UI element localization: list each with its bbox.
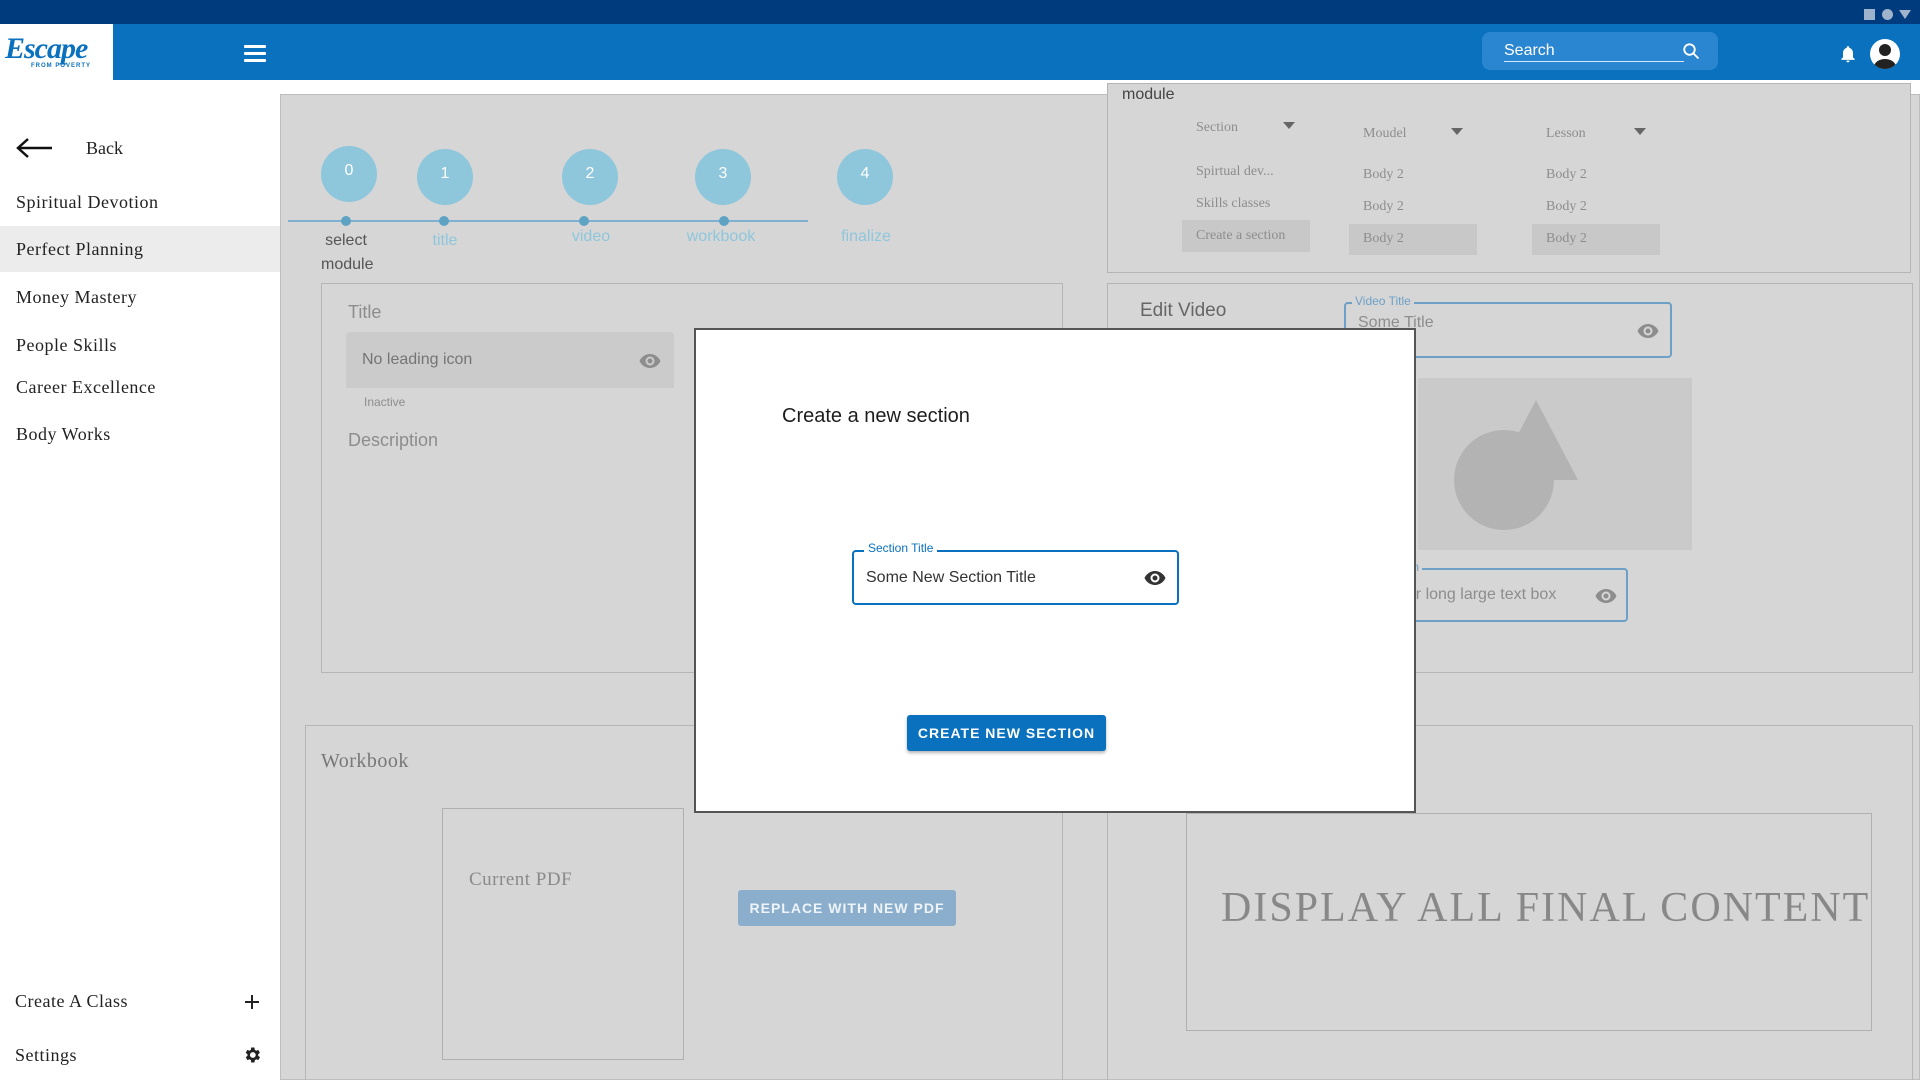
- maximize-icon[interactable]: [1882, 9, 1893, 20]
- step-2-circle[interactable]: 2: [562, 149, 618, 205]
- section-dropdown[interactable]: Section: [1196, 118, 1306, 142]
- edit-video-heading: Edit Video: [1140, 300, 1227, 321]
- settings-button[interactable]: Settings: [0, 1033, 280, 1079]
- logo[interactable]: Escape FROM POVERTY: [0, 24, 113, 80]
- sidebar-item-people-skills[interactable]: People Skills: [0, 322, 280, 368]
- create-new-section-button[interactable]: CREATE NEW SECTION: [907, 715, 1106, 751]
- back-link[interactable]: Back: [0, 128, 280, 168]
- back-arrow-icon: [16, 138, 52, 158]
- moudel-dropdown[interactable]: Moudel: [1363, 124, 1473, 148]
- stepper-track: [288, 220, 808, 222]
- step-2-dot: [579, 216, 589, 226]
- workbook-heading: Workbook: [321, 750, 409, 772]
- sidebar-item-money-mastery[interactable]: Money Mastery: [0, 274, 280, 320]
- plus-icon: [245, 995, 259, 1009]
- lesson-dropdown[interactable]: Lesson: [1546, 124, 1656, 148]
- section-title-input[interactable]: [866, 566, 1136, 590]
- sidebar-item-spiritual-devotion[interactable]: Spiritual Devotion: [0, 179, 280, 225]
- title-input[interactable]: [362, 348, 622, 372]
- hamburger-menu-icon[interactable]: [244, 45, 266, 63]
- eye-icon[interactable]: [1636, 319, 1660, 343]
- moudel-item[interactable]: Body 2: [1363, 167, 1404, 183]
- step-1-dot: [439, 216, 449, 226]
- logo-subtext: FROM POVERTY: [31, 63, 92, 69]
- replace-pdf-button[interactable]: REPLACE WITH NEW PDF: [738, 890, 956, 926]
- moudel-dropdown-label: Moudel: [1363, 126, 1407, 141]
- notification-bell-icon[interactable]: [1838, 44, 1858, 64]
- eye-icon[interactable]: [1143, 566, 1167, 590]
- create-section-item[interactable]: Create a section: [1182, 220, 1310, 252]
- step-0-circle[interactable]: 0: [321, 146, 377, 202]
- create-class-label: Create A Class: [15, 991, 128, 1011]
- step-1-circle[interactable]: 1: [417, 149, 473, 205]
- step-4-label: finalize: [841, 228, 891, 245]
- step-4-circle[interactable]: 4: [837, 149, 893, 205]
- lesson-item[interactable]: Body 2: [1532, 224, 1660, 255]
- dialog-title: Create a new section: [782, 405, 970, 427]
- final-content-box: DISPLAY ALL FINAL CONTENT: [1186, 813, 1872, 1031]
- video-title-label: Video Title: [1352, 294, 1414, 308]
- eye-icon[interactable]: [1594, 584, 1618, 608]
- moudel-item[interactable]: Body 2: [1363, 199, 1404, 215]
- current-pdf-label: Current PDF: [469, 869, 573, 890]
- dropdown-icon[interactable]: [1899, 10, 1911, 20]
- current-pdf-box[interactable]: Current PDF: [442, 808, 684, 1060]
- video-thumbnail[interactable]: [1418, 378, 1692, 550]
- sidebar-item-career-excellence[interactable]: Career Excellence: [0, 364, 280, 410]
- settings-label: Settings: [15, 1045, 78, 1065]
- avatar[interactable]: [1870, 39, 1900, 69]
- sidebar-item-body-works[interactable]: Body Works: [0, 411, 280, 457]
- chevron-down-icon: [1634, 128, 1646, 135]
- step-0-label: select module: [321, 232, 374, 273]
- module-panel: module Section Moudel Lesson Spirtual de…: [1107, 83, 1911, 273]
- lesson-dropdown-label: Lesson: [1546, 126, 1586, 141]
- search-input[interactable]: [1504, 40, 1684, 62]
- title-field[interactable]: [346, 332, 674, 388]
- section-dropdown-label: Section: [1196, 120, 1238, 135]
- description-label: Description: [348, 430, 439, 450]
- step-3-dot: [719, 216, 729, 226]
- sidebar: Back Spiritual Devotion Perfect Planning…: [0, 80, 280, 1080]
- search-icon[interactable]: [1682, 42, 1700, 60]
- eye-icon[interactable]: [638, 349, 662, 373]
- section-item[interactable]: Spirtual dev...: [1196, 164, 1274, 180]
- system-title-bar: [0, 0, 1920, 24]
- image-placeholder-icon: [1454, 400, 1578, 530]
- lesson-item[interactable]: Body 2: [1546, 167, 1587, 183]
- lesson-item[interactable]: Body 2: [1546, 199, 1587, 215]
- create-class-button[interactable]: Create A Class: [0, 979, 280, 1025]
- logo-text: Escape: [5, 32, 88, 65]
- step-3-circle[interactable]: 3: [695, 149, 751, 205]
- step-3-label: workbook: [686, 228, 756, 245]
- minimize-icon[interactable]: [1864, 9, 1875, 20]
- section-item[interactable]: Skills classes: [1196, 196, 1270, 212]
- moudel-item[interactable]: Body 2: [1349, 224, 1477, 255]
- step-2-label: video: [571, 228, 611, 245]
- step-0-dot: [341, 216, 351, 226]
- back-label: Back: [86, 138, 123, 158]
- title-label: Title: [348, 302, 382, 322]
- section-title-label: Section Title: [864, 541, 938, 555]
- video-description-value: per long large text box: [1398, 586, 1557, 603]
- chevron-down-icon: [1451, 128, 1463, 135]
- sidebar-item-perfect-planning[interactable]: Perfect Planning: [0, 226, 280, 272]
- gear-icon: [245, 1047, 260, 1063]
- final-content-text: DISPLAY ALL FINAL CONTENT: [1221, 885, 1871, 931]
- step-1-label: title: [432, 232, 458, 249]
- title-helper-text: Inactive: [364, 395, 406, 409]
- chevron-down-icon: [1283, 122, 1295, 129]
- module-panel-title: module: [1122, 86, 1175, 104]
